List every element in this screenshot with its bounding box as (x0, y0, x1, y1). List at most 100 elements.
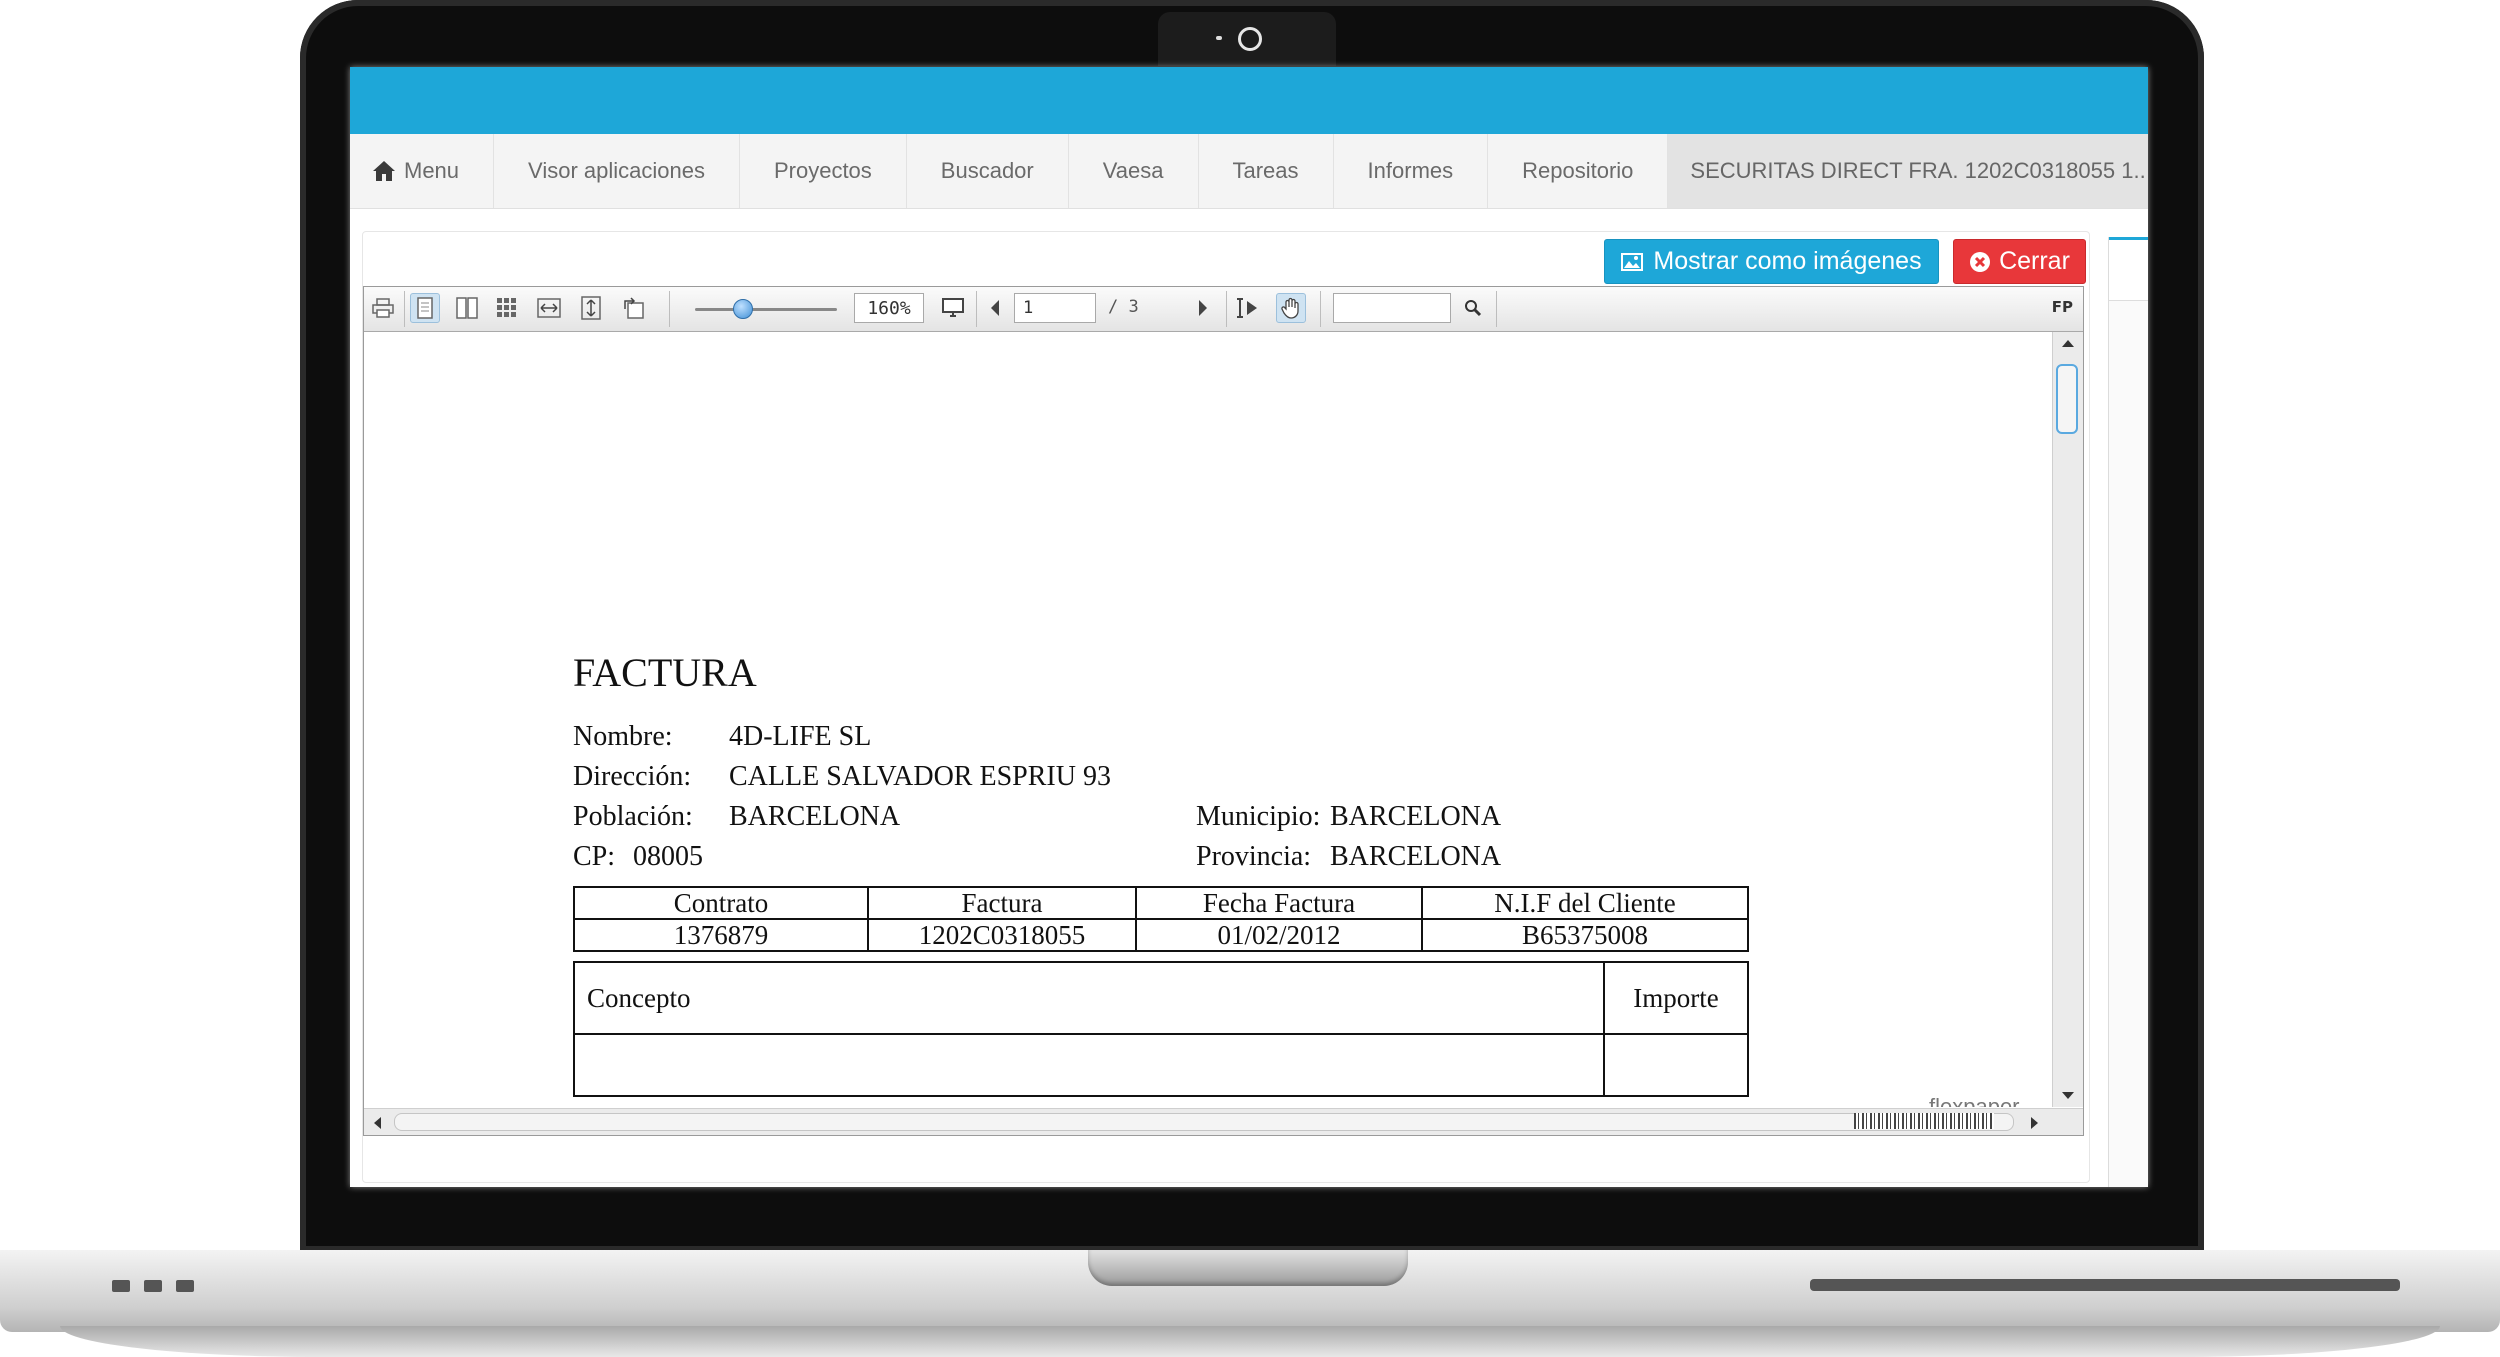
indicator-dot (144, 1280, 162, 1292)
fit-width-icon (537, 298, 561, 318)
nav-item-buscador[interactable]: Buscador (907, 134, 1069, 208)
scroll-right-icon[interactable] (2030, 1116, 2040, 1130)
horizontal-scroll-thumb[interactable] (394, 1113, 2014, 1131)
rotate-button[interactable] (618, 293, 648, 323)
search-icon (1465, 300, 1482, 317)
document-title: FACTURA (573, 650, 757, 695)
screen: Menu Visor aplicaciones Proyectos Buscad… (350, 67, 2148, 1187)
base-vent-slot (1810, 1279, 2400, 1291)
table-cell: 01/02/2012 (1135, 918, 1423, 952)
scroll-up-icon[interactable] (2061, 338, 2075, 348)
indicator-dot (176, 1280, 194, 1292)
printer-icon (372, 298, 394, 318)
image-icon (1621, 252, 1644, 271)
arrow-left-icon (991, 300, 999, 316)
provincia-label: Provincia: (1196, 841, 1312, 872)
table-header-cell: Importe (1603, 961, 1749, 1035)
hand-icon (1281, 297, 1299, 319)
close-label: Cerrar (1999, 247, 2070, 275)
next-page-button[interactable] (1188, 293, 1218, 323)
table-header-cell: Contrato (573, 886, 869, 920)
laptop-notch (1088, 1250, 1408, 1286)
fit-height-icon (581, 296, 601, 320)
pdf-viewer: 160% 1 / 3 FP FACTURA Nombre: 4D-LIFE SL… (363, 286, 2084, 1136)
poblacion-label: Población: (573, 801, 693, 832)
app-header-bar (350, 67, 2148, 134)
show-as-images-button[interactable]: Mostrar como imágenes (1604, 239, 1939, 284)
table-header-cell: Fecha Factura (1135, 886, 1423, 920)
main-navigation: Menu Visor aplicaciones Proyectos Buscad… (350, 134, 2148, 209)
fullscreen-button[interactable] (938, 293, 968, 323)
document-page: FACTURA Nombre: 4D-LIFE SL Dirección: CA… (364, 332, 2049, 1107)
scroll-down-icon[interactable] (2061, 1091, 2075, 1101)
zoom-slider-track[interactable] (695, 308, 837, 311)
table-cell (1603, 1033, 1749, 1097)
viewer-toolbar: 160% 1 / 3 FP (364, 287, 2083, 332)
document-search-input[interactable] (1333, 293, 1451, 323)
flexpaper-watermark: flexpaper (1929, 1094, 2020, 1107)
invoice-info-table: Contrato Factura Fecha Factura N.I.F del… (573, 886, 1749, 952)
text-select-tool-button[interactable] (1232, 293, 1262, 323)
indicator-dot (112, 1280, 130, 1292)
print-button[interactable] (368, 293, 398, 323)
scroll-left-icon[interactable] (372, 1116, 382, 1130)
page-total: / 3 (1108, 297, 1139, 317)
tab-active-document[interactable]: SECURITAS DIRECT FRA. 1202C0318055 1... (1668, 134, 2148, 208)
municipio-label: Municipio: (1196, 801, 1321, 832)
nav-item-visor-aplicaciones[interactable]: Visor aplicaciones (494, 134, 740, 208)
vertical-scroll-thumb[interactable] (2056, 364, 2078, 434)
camera-icon (1238, 27, 1262, 51)
side-panel-tab[interactable] (2109, 237, 2148, 301)
flexpaper-badge[interactable]: FP (2052, 298, 2073, 316)
nav-item-repositorio[interactable]: Repositorio (1488, 134, 1669, 208)
table-cell: B65375008 (1421, 918, 1749, 952)
text-cursor-icon (1237, 298, 1257, 318)
hand-tool-button[interactable] (1276, 293, 1306, 323)
page-number-input[interactable]: 1 (1014, 293, 1096, 323)
table-cell (573, 1033, 1605, 1097)
close-icon (1970, 251, 1991, 272)
previous-page-button[interactable] (980, 293, 1010, 323)
fit-width-button[interactable] (534, 293, 564, 323)
two-page-view-button[interactable] (452, 293, 482, 323)
base-indicator-lights (112, 1280, 194, 1292)
zoom-slider-handle[interactable] (733, 299, 753, 319)
table-header-cell: Concepto (573, 961, 1605, 1035)
barcode-strip (1854, 1113, 1994, 1129)
concept-table: Concepto Importe (573, 961, 1749, 1097)
rotate-icon (624, 297, 644, 319)
fit-height-button[interactable] (576, 293, 606, 323)
nav-item-informes[interactable]: Informes (1334, 134, 1489, 208)
table-header-cell: N.I.F del Cliente (1421, 886, 1749, 920)
table-header-cell: Factura (867, 886, 1137, 920)
nav-item-label: Menu (404, 158, 460, 183)
close-button[interactable]: Cerrar (1953, 239, 2086, 284)
table-header-row: Contrato Factura Fecha Factura N.I.F del… (573, 886, 1749, 920)
two-page-icon (456, 297, 478, 319)
arrow-right-icon (1199, 300, 1207, 316)
nombre-value: 4D-LIFE SL (729, 721, 872, 752)
nav-item-vaesa[interactable]: Vaesa (1069, 134, 1199, 208)
horizontal-scrollbar[interactable] (364, 1108, 2083, 1135)
table-row: 1376879 1202C0318055 01/02/2012 B6537500… (573, 918, 1749, 952)
nav-item-proyectos[interactable]: Proyectos (740, 134, 907, 208)
nombre-label: Nombre: (573, 721, 673, 752)
side-panel-edge (2108, 237, 2148, 1187)
home-icon (373, 161, 395, 181)
monitor-icon (942, 298, 964, 317)
direccion-value: CALLE SALVADOR ESPRIU 93 (729, 761, 1111, 792)
thumbnail-view-button[interactable] (492, 293, 522, 323)
table-header-row: Concepto Importe (573, 961, 1749, 1035)
show-as-images-label: Mostrar como imágenes (1653, 247, 1922, 275)
provincia-value: BARCELONA (1330, 841, 1502, 872)
table-cell: 1202C0318055 (867, 918, 1137, 952)
zoom-level-input[interactable]: 160% (854, 293, 924, 323)
nav-item-tareas[interactable]: Tareas (1199, 134, 1334, 208)
vertical-scrollbar[interactable] (2052, 332, 2083, 1107)
grid-icon (497, 298, 516, 317)
nav-item-menu[interactable]: Menu (350, 134, 495, 208)
single-page-view-button[interactable] (410, 293, 440, 323)
search-button[interactable] (1458, 293, 1488, 323)
single-page-icon (417, 297, 433, 319)
camera-led-icon (1216, 36, 1222, 40)
